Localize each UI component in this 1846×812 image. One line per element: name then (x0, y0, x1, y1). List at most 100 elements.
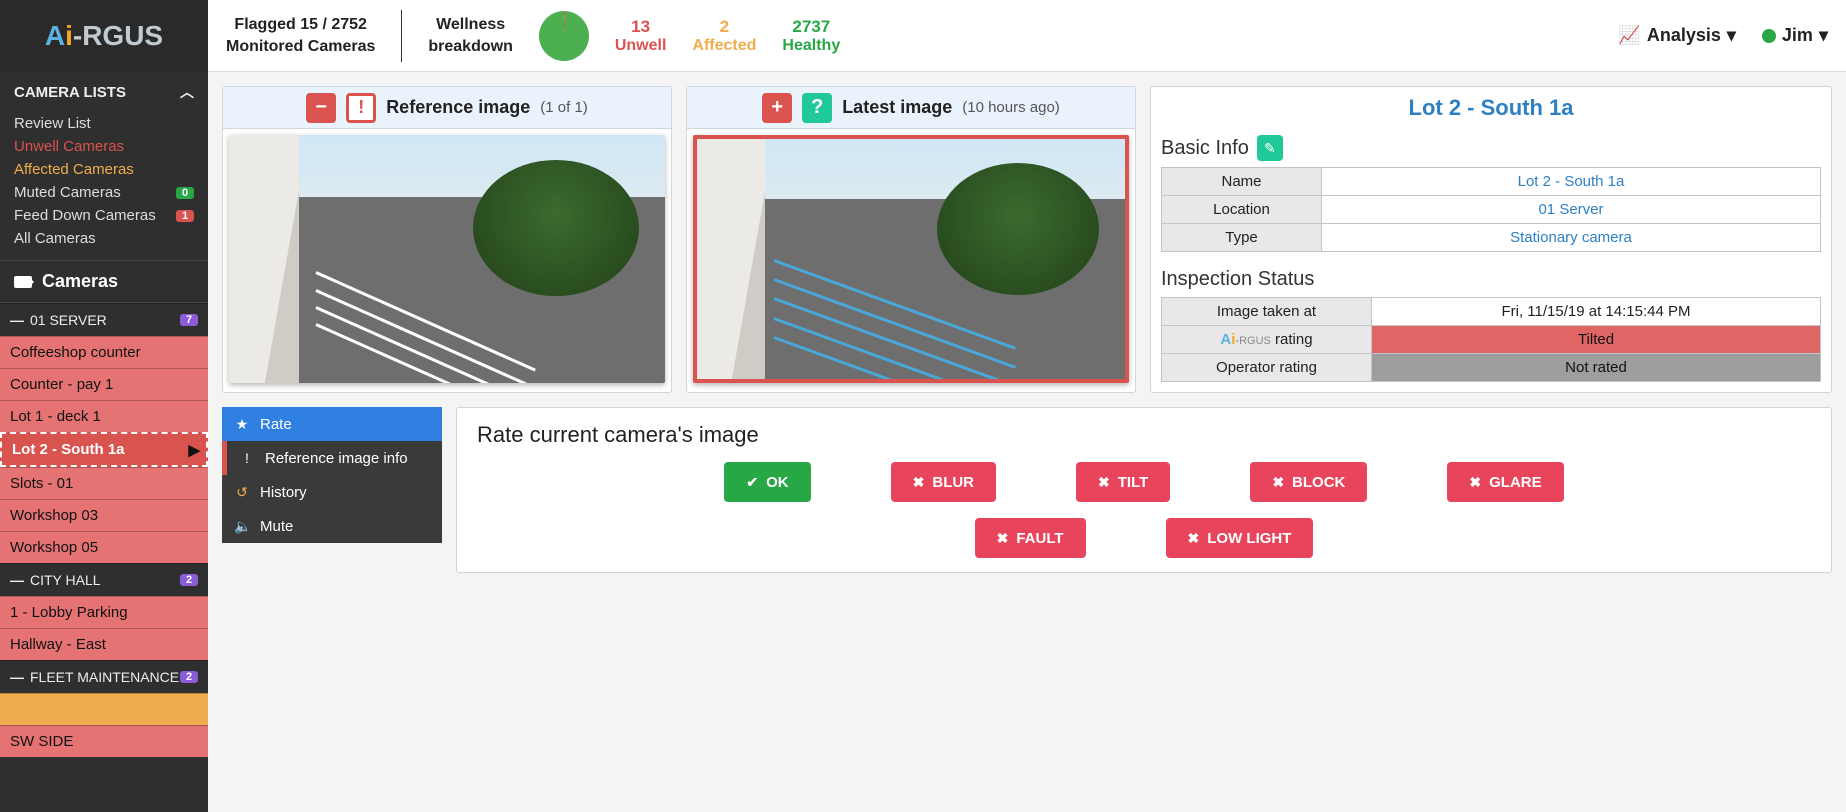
check-icon: ✔ (746, 474, 758, 491)
info-value-link[interactable]: Stationary camera (1510, 229, 1632, 246)
history-icon: ↺ (234, 484, 250, 501)
info-value: Lot 2 - South 1a (1322, 168, 1821, 196)
latest-image[interactable] (693, 135, 1129, 383)
camera-item[interactable]: Lot 1 - deck 1 (0, 400, 208, 432)
stat-affected[interactable]: 2Affected (692, 17, 756, 55)
caret-down-icon: ▾ (1819, 25, 1828, 46)
analysis-menu[interactable]: 📈Analysis▾ (1618, 25, 1736, 46)
camera-item[interactable]: Workshop 05 (0, 531, 208, 563)
rate-glare-button[interactable]: ✖GLARE (1447, 462, 1563, 502)
sidebar-list-item[interactable]: Feed Down Cameras 1 (14, 204, 194, 227)
stat-healthy[interactable]: 2737Healthy (782, 17, 840, 55)
rate-tilt-button[interactable]: ✖TILT (1076, 462, 1170, 502)
info-key: Type (1162, 224, 1322, 252)
status-key: Operator rating (1162, 354, 1372, 382)
help-button[interactable]: ? (802, 93, 832, 123)
x-icon: ✖ (997, 530, 1009, 547)
tab-history[interactable]: ↺History (222, 475, 442, 509)
content: − ! Reference image (1 of 1) (208, 72, 1846, 812)
sidebar-list-item[interactable]: Affected Cameras (14, 158, 194, 181)
topbar: Flagged 15 / 2752 Monitored Cameras Well… (208, 0, 1846, 72)
stat-unwell[interactable]: 13Unwell (615, 17, 667, 55)
stat-affected-n: 2 (692, 17, 756, 37)
camera-group-label: —CITY HALL (10, 572, 101, 588)
tab-reference-info[interactable]: ! Reference image info (222, 441, 442, 475)
latest-image-header: + ? Latest image (10 hours ago) (687, 87, 1135, 129)
star-icon: ★ (234, 416, 250, 433)
camera-item[interactable]: Hallway - East (0, 628, 208, 660)
camera-item[interactable]: Lot 2 - South 1a (0, 432, 208, 467)
camera-lists-header[interactable]: CAMERA LISTS ︿ (0, 72, 208, 112)
rate-block-button[interactable]: ✖BLOCK (1250, 462, 1367, 502)
camera-lists: Review List Unwell Cameras Affected Camera… (0, 112, 208, 260)
ref-alert-button[interactable]: ! (346, 93, 376, 123)
cameras-title: Cameras (42, 271, 118, 292)
user-menu[interactable]: Jim▾ (1762, 25, 1828, 46)
avatar-icon (1762, 29, 1776, 43)
camera-item[interactable]: Counter - pay 1 (0, 368, 208, 400)
action-tabs: ★Rate ! Reference image info ↺History 🔈Mu… (222, 407, 442, 573)
x-icon: ✖ (1098, 474, 1110, 491)
latest-image-body (687, 129, 1135, 389)
sidebar-list-item[interactable]: Unwell Cameras (14, 135, 194, 158)
inspection-status-table: Image taken atFri, 11/15/19 at 14:15:44 … (1161, 297, 1821, 382)
sidebar: Ai-RGUS CAMERA LISTS ︿ Review List Unwell… (0, 0, 208, 812)
basic-info-header: Basic Info✎ (1161, 135, 1821, 161)
sidebar-list-label: Unwell Cameras (14, 138, 124, 155)
camera-item[interactable]: Workshop 03 (0, 499, 208, 531)
camera-group[interactable]: —01 SERVER7 (0, 303, 208, 336)
rate-panel: Rate current camera's image ✔OK✖BLUR✖TIL… (456, 407, 1832, 573)
camera-item[interactable]: Slots - 01 (0, 467, 208, 499)
chart-icon: 📈 (1618, 25, 1640, 46)
camera-item[interactable]: Main Entrance - outdoors (0, 693, 208, 725)
sidebar-list-label: Muted Cameras (14, 184, 121, 201)
edit-button[interactable]: ✎ (1257, 135, 1283, 161)
wellness-line2: breakdown (428, 36, 512, 58)
add-ref-button[interactable]: + (762, 93, 792, 123)
sidebar-list-label: Feed Down Cameras (14, 207, 156, 224)
rate-ok-button[interactable]: ✔OK (724, 462, 810, 502)
logo: Ai-RGUS (0, 0, 208, 72)
badge: 1 (176, 210, 194, 222)
sidebar-list-label: All Cameras (14, 230, 96, 247)
wellness-pie-icon (539, 11, 589, 61)
basic-info-section: Basic Info✎ NameLot 2 - South 1aLocation… (1151, 129, 1831, 262)
separator (401, 10, 402, 62)
camera-group[interactable]: —FLEET MAINTENANCE2 (0, 660, 208, 693)
stat-healthy-l: Healthy (782, 37, 840, 55)
remove-ref-button[interactable]: − (306, 93, 336, 123)
camera-item[interactable]: Coffeeshop counter (0, 336, 208, 368)
latest-image-panel: + ? Latest image (10 hours ago) (686, 86, 1136, 393)
chevron-up-icon: ︿ (180, 82, 194, 102)
status-value: Tilted (1372, 326, 1821, 354)
inspection-status-section: Inspection Status Image taken atFri, 11/… (1151, 262, 1831, 392)
row-images-info: − ! Reference image (1 of 1) (222, 86, 1832, 393)
basic-info-table: NameLot 2 - South 1aLocation01 ServerTyp… (1161, 167, 1821, 252)
camera-group[interactable]: —CITY HALL2 (0, 563, 208, 596)
tab-rate[interactable]: ★Rate (222, 407, 442, 441)
sidebar-list-item[interactable]: Muted Cameras0 (14, 181, 194, 204)
info-value-link[interactable]: 01 Server (1538, 201, 1603, 218)
sidebar-list-label: Review List (14, 115, 91, 132)
tab-mute-label: Mute (260, 518, 293, 535)
reference-image-panel: − ! Reference image (1 of 1) (222, 86, 672, 393)
flagged-count: Flagged 15 / 2752 Monitored Cameras (226, 14, 375, 57)
rate-low-light-button[interactable]: ✖LOW LIGHT (1166, 518, 1314, 558)
camera-item[interactable]: SW SIDE (0, 725, 208, 757)
tab-mute[interactable]: 🔈Mute (222, 509, 442, 543)
rate-fault-button[interactable]: ✖FAULT (975, 518, 1086, 558)
sidebar-list-item[interactable]: Review List (14, 112, 194, 135)
badge: 7 (180, 314, 198, 326)
status-value: Not rated (1372, 354, 1821, 382)
tab-ref-label: Reference image info (265, 450, 408, 467)
alert-icon: ! (239, 450, 255, 466)
rate-blur-button[interactable]: ✖BLUR (891, 462, 996, 502)
stat-unwell-n: 13 (615, 17, 667, 37)
info-value-link[interactable]: Lot 2 - South 1a (1518, 173, 1625, 190)
sidebar-list-item[interactable]: All Cameras (14, 227, 194, 250)
reference-image-header: − ! Reference image (1 of 1) (223, 87, 671, 129)
cameras-header[interactable]: Cameras (0, 260, 208, 303)
camera-item[interactable]: 1 - Lobby Parking (0, 596, 208, 628)
reference-image[interactable] (229, 135, 665, 383)
info-value: Stationary camera (1322, 224, 1821, 252)
